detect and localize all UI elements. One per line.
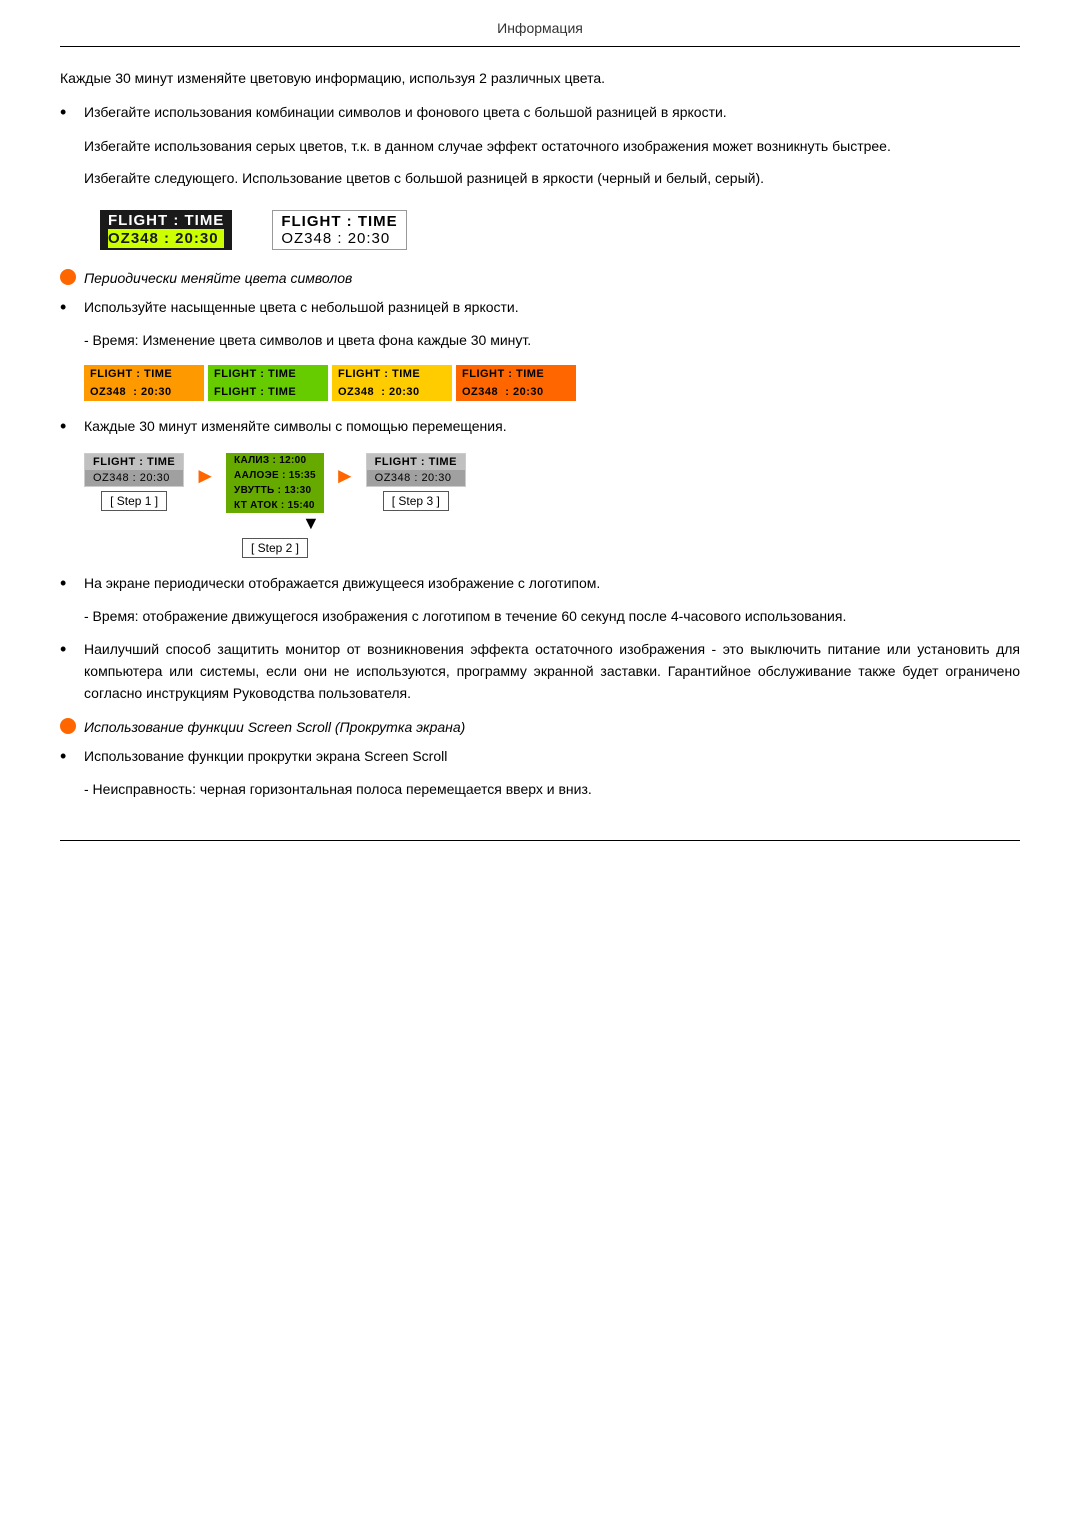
bullet-3-text: Каждые 30 минут изменяйте символы с помо… — [84, 415, 1020, 437]
color-box-2: FLIGHT : TIME FLIGHT : TIME — [208, 365, 328, 401]
indent-text-4: - Время: отображение движущегося изображ… — [84, 605, 1020, 627]
indent-text-3: - Время: Изменение цвета символов и цвет… — [84, 329, 1020, 351]
bottom-separator — [60, 840, 1020, 841]
step-diagram: FLIGHT : TIME OZ348 : 20:30 [ Step 1 ] ►… — [84, 453, 1020, 558]
indent-text-5: - Неисправность: черная горизонтальная п… — [84, 778, 1020, 800]
paragraph-1: Каждые 30 минут изменяйте цветовую инфор… — [60, 67, 1020, 89]
bullet-4-text: На экране периодически отображается движ… — [84, 572, 1020, 594]
bullet-2-text: Используйте насыщенные цвета с небольшой… — [84, 296, 1020, 318]
bullet-item-4: • На экране периодически отображается дв… — [60, 572, 1020, 595]
flight-box-dark: FLIGHT : TIME OZ348 : 20:30 — [100, 210, 232, 250]
color-box-1-data: OZ348 : 20:30 — [84, 383, 204, 401]
bullet-item-6: • Использование функции прокрутки экрана… — [60, 745, 1020, 768]
arrow-right-icon-1: ► — [194, 463, 216, 489]
flight-data-light: OZ348 : 20:30 — [281, 230, 397, 247]
flight-examples-group: FLIGHT : TIME OZ348 : 20:30 FLIGHT : TIM… — [100, 210, 1020, 250]
color-box-3-data: OZ348 : 20:30 — [332, 383, 452, 401]
indent-text-2: Избегайте следующего. Использование цвет… — [84, 167, 1020, 189]
step-2-row3: УВУТТЬ : 13:30 — [226, 483, 324, 498]
orange-bullet-row-2: Использование функции Screen Scroll (Про… — [60, 719, 1020, 735]
orange-label-1: Периодически меняйте цвета символов — [84, 270, 352, 286]
color-box-2-header: FLIGHT : TIME — [208, 365, 328, 383]
step-2-row2: ААЛОЭЕ : 15:35 — [226, 468, 324, 483]
orange-label-2: Использование функции Screen Scroll (Про… — [84, 719, 465, 735]
color-flight-boxes: FLIGHT : TIME OZ348 : 20:30 FLIGHT : TIM… — [84, 365, 1020, 401]
step-2-row1: КАЛИЗ : 12:00 — [226, 453, 324, 468]
flight-header-dark: FLIGHT : TIME — [108, 212, 224, 229]
color-box-3: FLIGHT : TIME OZ348 : 20:30 — [332, 365, 452, 401]
step-2-display: КАЛИЗ : 12:00 ААЛОЭЕ : 15:35 УВУТТЬ : 13… — [226, 453, 324, 513]
bullet-dot-2: • — [60, 296, 80, 319]
bullet-5-text: Наилучший способ защитить монитор от воз… — [84, 638, 1020, 705]
flight-header-light: FLIGHT : TIME — [281, 213, 397, 230]
step-3-unit: FLIGHT : TIME OZ348 : 20:30 [ Step 3 ] — [366, 453, 466, 511]
step-3-label: [ Step 3 ] — [383, 491, 449, 511]
step-3-header: FLIGHT : TIME — [367, 454, 465, 470]
orange-bullet-icon-2 — [60, 718, 76, 734]
step-1-header: FLIGHT : TIME — [85, 454, 183, 470]
step-2-row4: КТ АТОК : 15:40 — [226, 498, 324, 513]
step-1-unit: FLIGHT : TIME OZ348 : 20:30 [ Step 1 ] — [84, 453, 184, 511]
bullet-item-1: • Избегайте использования комбинации сим… — [60, 101, 1020, 124]
orange-bullet-row-1: Периодически меняйте цвета символов — [60, 270, 1020, 286]
step-2-label: [ Step 2 ] — [242, 538, 308, 558]
step-3-display: FLIGHT : TIME OZ348 : 20:30 — [366, 453, 466, 487]
color-box-4-data: OZ348 : 20:30 — [456, 383, 576, 401]
bullet-dot-3: • — [60, 415, 80, 438]
bullet-item-5: • Наилучший способ защитить монитор от в… — [60, 638, 1020, 705]
color-box-1: FLIGHT : TIME OZ348 : 20:30 — [84, 365, 204, 401]
color-box-2-data: FLIGHT : TIME — [208, 383, 328, 401]
flight-data-dark: OZ348 : 20:30 — [108, 229, 224, 248]
bullet-item-3: • Каждые 30 минут изменяйте символы с по… — [60, 415, 1020, 438]
step-2-unit: КАЛИЗ : 12:00 ААЛОЭЕ : 15:35 УВУТТЬ : 13… — [226, 453, 324, 558]
bullet-item-2: • Используйте насыщенные цвета с небольш… — [60, 296, 1020, 319]
bullet-dot-4: • — [60, 572, 80, 595]
step-1-data: OZ348 : 20:30 — [85, 470, 183, 486]
flight-box-light: FLIGHT : TIME OZ348 : 20:30 — [272, 210, 406, 250]
page-title: Информация — [60, 20, 1020, 47]
color-box-3-header: FLIGHT : TIME — [332, 365, 452, 383]
arrow-right-icon-2: ► — [334, 463, 356, 489]
color-box-4: FLIGHT : TIME OZ348 : 20:30 — [456, 365, 576, 401]
bullet-dot-5: • — [60, 638, 80, 661]
arrow-1: ► — [194, 457, 216, 489]
arrow-2: ► — [334, 457, 356, 489]
bullet-1-text: Избегайте использования комбинации симво… — [84, 101, 1020, 123]
down-arrow-icon: ▼ — [302, 513, 320, 534]
orange-bullet-icon-1 — [60, 269, 76, 285]
color-box-1-header: FLIGHT : TIME — [84, 365, 204, 383]
bullet-dot-6: • — [60, 745, 80, 768]
bullet-6-text: Использование функции прокрутки экрана S… — [84, 745, 1020, 767]
step-3-data: OZ348 : 20:30 — [367, 470, 465, 486]
bullet-dot-1: • — [60, 101, 80, 124]
step-1-label: [ Step 1 ] — [101, 491, 167, 511]
indent-text-1: Избегайте использования серых цветов, т.… — [84, 135, 1020, 157]
page-wrapper: Информация Каждые 30 минут изменяйте цве… — [0, 0, 1080, 881]
color-box-4-header: FLIGHT : TIME — [456, 365, 576, 383]
step-1-display: FLIGHT : TIME OZ348 : 20:30 — [84, 453, 184, 487]
